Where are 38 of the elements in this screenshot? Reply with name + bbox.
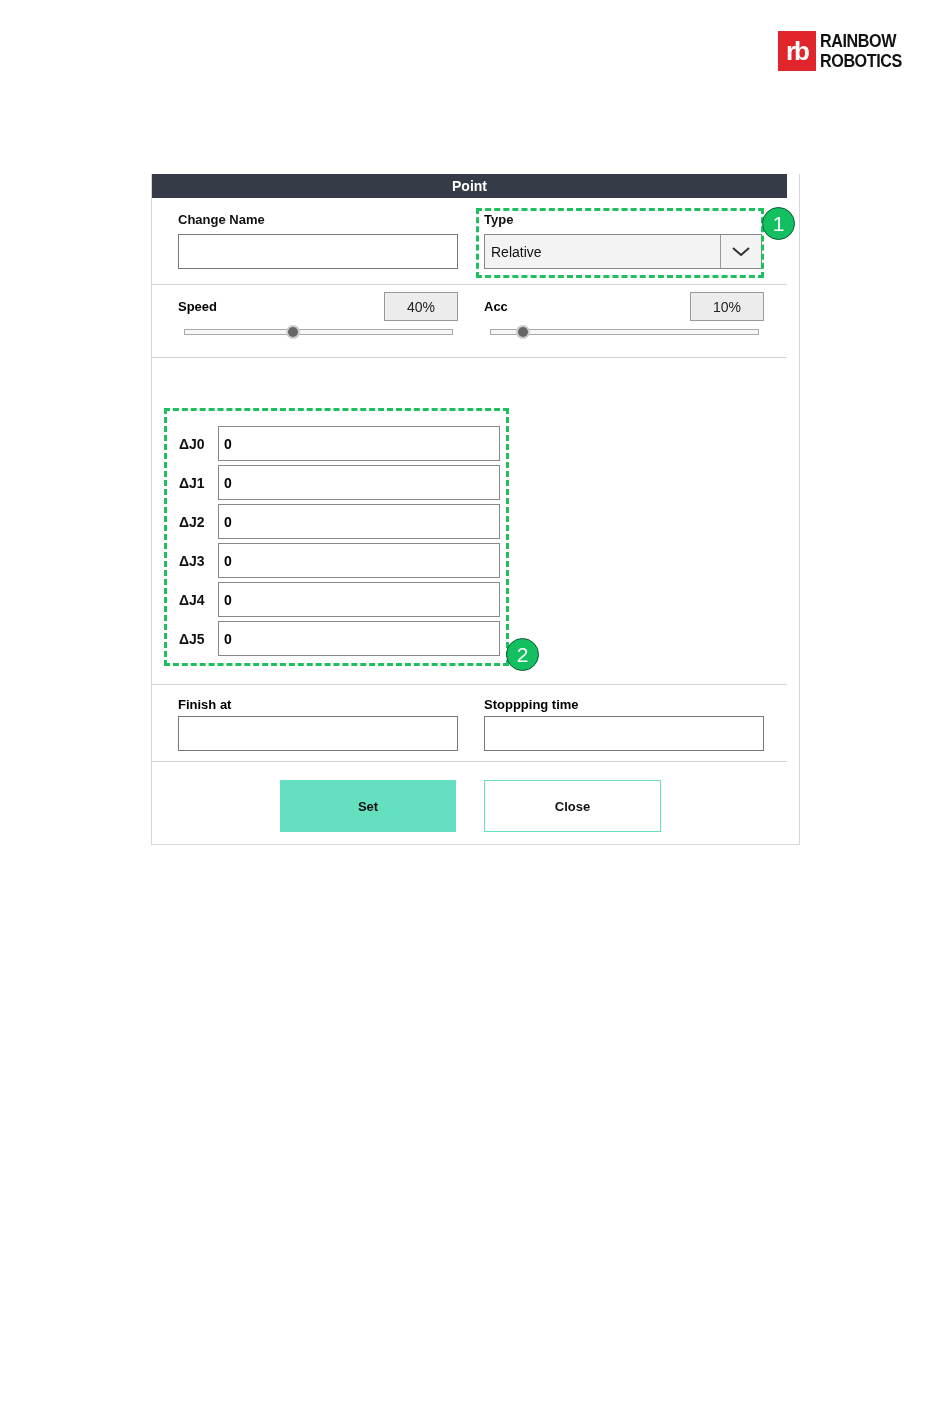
joint-field[interactable]: 0	[218, 426, 500, 461]
dialog-title: Point	[152, 174, 787, 198]
joint-field[interactable]: 0	[218, 543, 500, 578]
field-label: Finish at	[178, 696, 233, 714]
input-field[interactable]	[484, 716, 764, 751]
value-readout: 40%	[384, 292, 458, 321]
joint-label: ΔJ2	[179, 513, 206, 530]
callout-badge: 2	[506, 638, 539, 671]
input-field[interactable]	[178, 716, 458, 751]
value-readout: 10%	[690, 292, 764, 321]
slider-label: Speed	[178, 298, 217, 316]
set-button[interactable]: Set	[280, 780, 456, 832]
field-label: Change Name	[178, 212, 266, 229]
name-field[interactable]	[178, 234, 458, 269]
slider-thumb[interactable]	[515, 325, 530, 339]
slider[interactable]	[184, 324, 453, 340]
joint-label: ΔJ1	[179, 474, 206, 491]
joint-label: ΔJ5	[179, 630, 206, 647]
caret-icon	[732, 246, 750, 257]
slider-label: Acc	[484, 298, 508, 316]
joint-label: ΔJ0	[179, 435, 206, 452]
joint-field[interactable]: 0	[218, 621, 500, 656]
logo-text: RAINBOW	[820, 31, 898, 51]
callout-badge: 1	[762, 207, 795, 240]
joint-label: ΔJ4	[179, 591, 206, 608]
field-label: Stoppping time	[484, 696, 580, 714]
close-button[interactable]: Close	[484, 780, 661, 832]
joint-label: ΔJ3	[179, 552, 206, 569]
joint-field[interactable]: 0	[218, 504, 500, 539]
type-dropdown[interactable]: Relative	[484, 234, 762, 269]
slider[interactable]	[490, 324, 759, 340]
field-label: Type	[484, 212, 515, 229]
joint-field[interactable]: 0	[218, 582, 500, 617]
logo-text: ROBOTICS	[820, 51, 902, 71]
logo-mark: rb	[778, 31, 816, 71]
joint-field[interactable]: 0	[218, 465, 500, 500]
slider-thumb[interactable]	[286, 325, 300, 339]
dropdown-value: Relative	[490, 242, 543, 262]
